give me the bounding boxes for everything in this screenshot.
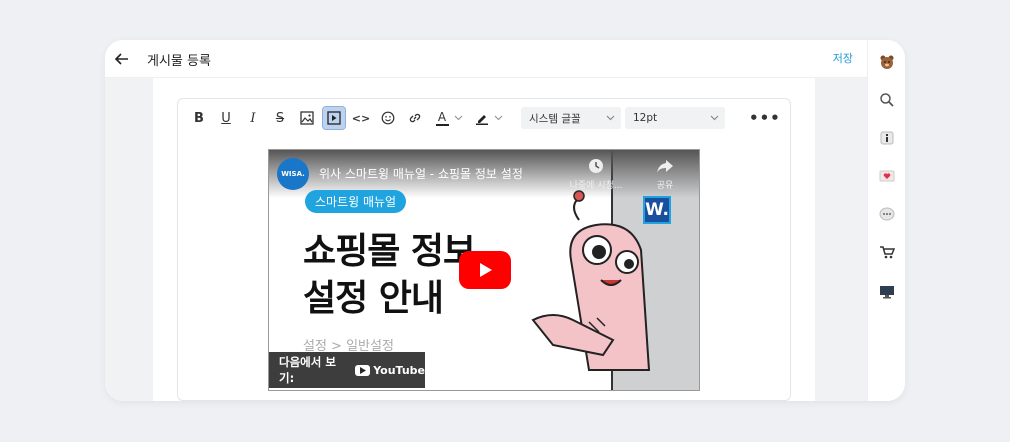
chat-icon[interactable] — [877, 204, 897, 224]
font-color-icon: A — [437, 109, 447, 124]
chevron-down-icon — [710, 115, 719, 121]
cart-icon[interactable] — [877, 242, 897, 262]
arrow-left-icon — [114, 53, 128, 65]
font-color-button[interactable]: A — [431, 107, 453, 129]
search-icon[interactable] — [877, 90, 897, 110]
play-icon — [480, 263, 492, 277]
right-sidebar — [867, 40, 905, 401]
youtube-logo: YouTube — [355, 364, 425, 377]
heart-mail-icon[interactable] — [877, 166, 897, 186]
more-options-button[interactable]: ••• — [749, 109, 781, 127]
mascot-illustration — [531, 190, 651, 371]
font-family-select[interactable]: 시스템 글꼴 — [521, 107, 621, 129]
monitor-icon[interactable] — [877, 282, 897, 302]
share-button[interactable]: 공유 — [637, 158, 693, 191]
page-title: 게시물 등록 — [147, 54, 211, 69]
play-button[interactable] — [459, 251, 511, 289]
headline-line-2: 설정 안내 — [303, 278, 444, 319]
underline-button[interactable]: U — [215, 107, 237, 129]
video-button[interactable] — [322, 106, 346, 130]
top-bar: 게시물 등록 저장 — [105, 40, 867, 78]
highlight-button[interactable] — [471, 107, 493, 129]
smiley-icon — [381, 111, 395, 125]
image-button[interactable] — [296, 107, 318, 129]
code-button[interactable]: <> — [350, 107, 372, 129]
video-icon — [327, 111, 341, 125]
info-icon[interactable] — [877, 128, 897, 148]
strikethrough-button[interactable]: S — [269, 107, 291, 129]
bold-button[interactable]: B — [188, 107, 210, 129]
emoji-button[interactable] — [377, 107, 399, 129]
chevron-down-icon — [606, 115, 615, 121]
back-button[interactable] — [113, 50, 131, 68]
video-headline: 쇼핑몰 정보 설정 안내 — [303, 228, 476, 322]
italic-button[interactable]: I — [242, 107, 264, 129]
watch-on-label: 다음에서 보기: — [279, 355, 336, 385]
editor-area: 게시물 등록 저장 B U I S <> A 시스템 글꼴 12pt ••• W… — [105, 40, 867, 401]
font-color-dropdown[interactable] — [453, 107, 463, 129]
chevron-down-icon — [454, 115, 462, 121]
channel-logo[interactable]: WISA. — [277, 158, 309, 190]
highlight-dropdown[interactable] — [493, 107, 503, 129]
font-color-swatch — [435, 123, 449, 126]
share-label: 공유 — [656, 181, 674, 191]
font-family-value: 시스템 글꼴 — [529, 112, 581, 125]
embedded-youtube-video[interactable]: WISA. 위사 스마트윙 매뉴얼 - 쇼핑몰 정보 설정 나중에 시청... … — [268, 149, 700, 391]
highlighter-icon — [476, 115, 488, 125]
app-window: 게시물 등록 저장 B U I S <> A 시스템 글꼴 12pt ••• W… — [105, 40, 905, 401]
watch-later-label: 나중에 시청... — [569, 181, 623, 191]
editor-toolbar: B U I S <> A 시스템 글꼴 12pt ••• — [178, 99, 790, 137]
bear-icon[interactable] — [877, 52, 897, 72]
image-icon — [300, 111, 314, 125]
link-icon — [409, 113, 421, 123]
manual-tag: 스마트윙 매뉴얼 — [305, 190, 407, 213]
watch-later-button[interactable]: 나중에 시청... — [561, 158, 631, 191]
font-size-value: 12pt — [633, 112, 658, 124]
wisa-badge: W. — [643, 196, 671, 224]
link-button[interactable] — [404, 107, 426, 129]
watch-on-youtube-button[interactable]: 다음에서 보기: YouTube — [269, 352, 425, 388]
video-title[interactable]: 위사 스마트윙 매뉴얼 - 쇼핑몰 정보 설정 — [319, 165, 523, 182]
share-arrow-icon — [657, 160, 673, 173]
youtube-play-icon — [355, 364, 371, 376]
font-size-select[interactable]: 12pt — [625, 107, 725, 129]
headline-line-1: 쇼핑몰 정보 — [303, 231, 476, 272]
save-button[interactable]: 저장 — [833, 50, 853, 66]
rich-text-editor: B U I S <> A 시스템 글꼴 12pt ••• WISA. 위사 스마… — [177, 98, 791, 401]
chevron-down-icon — [494, 115, 502, 121]
youtube-wordmark: YouTube — [373, 363, 425, 377]
clock-icon — [589, 159, 603, 173]
